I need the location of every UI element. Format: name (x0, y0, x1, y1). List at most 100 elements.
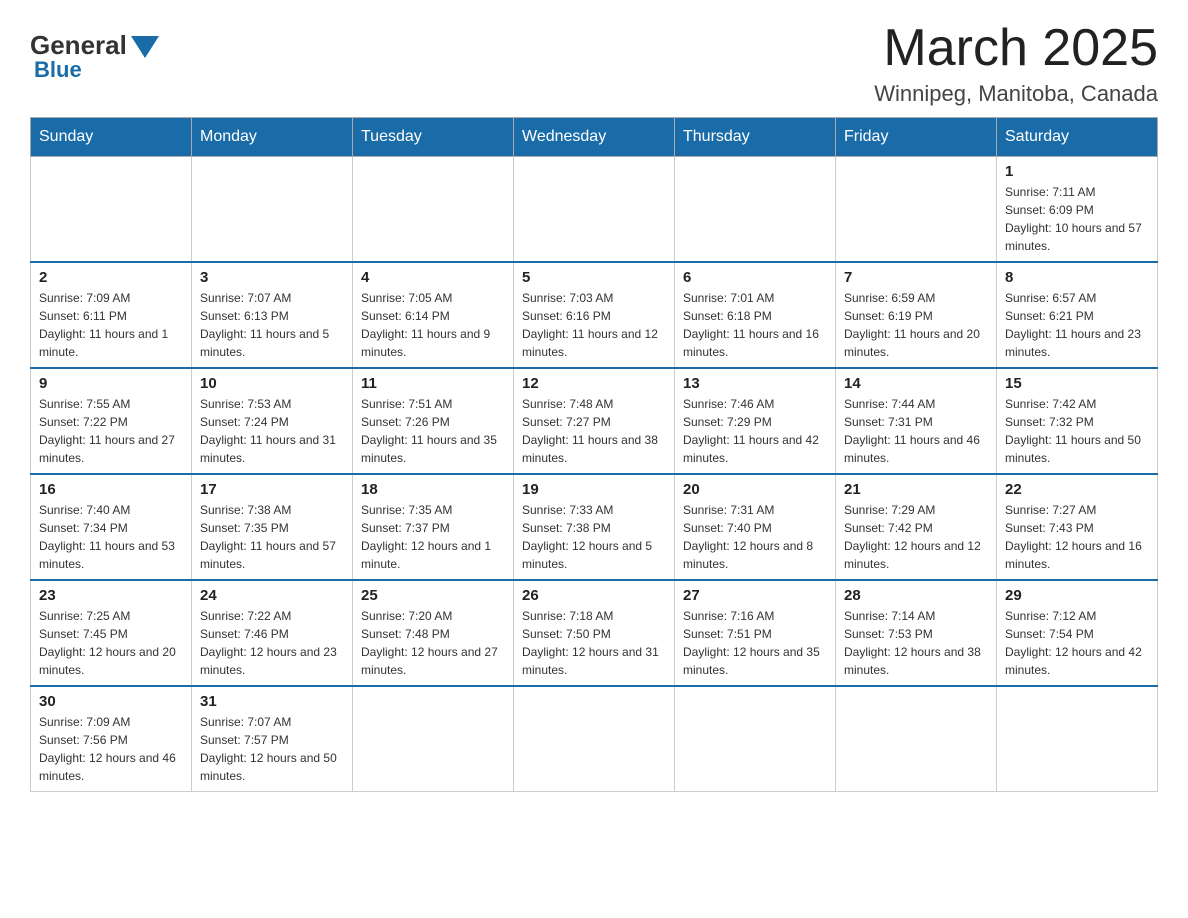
calendar-cell: 2Sunrise: 7:09 AMSunset: 6:11 PMDaylight… (31, 262, 192, 368)
calendar-table: SundayMondayTuesdayWednesdayThursdayFrid… (30, 117, 1158, 792)
day-number: 18 (361, 481, 505, 498)
weekday-header-thursday: Thursday (675, 118, 836, 157)
calendar-week-row: 16Sunrise: 7:40 AMSunset: 7:34 PMDayligh… (31, 474, 1158, 580)
day-number: 31 (200, 693, 344, 710)
calendar-cell: 31 Sunrise: 7:07 AMSunset: 7:57 PMDayligh… (192, 686, 353, 792)
calendar-cell: 17 Sunrise: 7:38 AMSunset: 7:35 PMDayligh… (192, 474, 353, 580)
weekday-header-monday: Monday (192, 118, 353, 157)
month-title: March 2025 (874, 20, 1158, 77)
day-number: 30 (39, 693, 183, 710)
day-info: Sunrise: 7:27 AMSunset: 7:43 PMDaylight:… (1005, 501, 1149, 573)
calendar-cell: 12Sunrise: 7:48 AMSunset: 7:27 PMDayligh… (514, 368, 675, 474)
calendar-cell: 26Sunrise: 7:18 AMSunset: 7:50 PMDayligh… (514, 580, 675, 686)
logo: General Blue (30, 30, 159, 83)
day-number: 29 (1005, 587, 1149, 604)
calendar-cell: 10 Sunrise: 7:53 AMSunset: 7:24 PMDayligh… (192, 368, 353, 474)
calendar-cell (514, 686, 675, 792)
day-info: Sunrise: 7:20 AMSunset: 7:48 PMDaylight:… (361, 607, 505, 679)
day-number: 25 (361, 587, 505, 604)
day-number: 10 (200, 375, 344, 392)
calendar-cell: 11 Sunrise: 7:51 AMSunset: 7:26 PMDayligh… (353, 368, 514, 474)
calendar-header-row: SundayMondayTuesdayWednesdayThursdayFrid… (31, 118, 1158, 157)
calendar-cell (675, 157, 836, 263)
calendar-cell: 23 Sunrise: 7:25 AMSunset: 7:45 PMDayligh… (31, 580, 192, 686)
day-info: Sunrise: 7:53 AMSunset: 7:24 PMDaylight:… (200, 395, 344, 467)
day-number: 20 (683, 481, 827, 498)
calendar-cell: 15Sunrise: 7:42 AMSunset: 7:32 PMDayligh… (997, 368, 1158, 474)
calendar-cell: 5Sunrise: 7:03 AMSunset: 6:16 PMDaylight… (514, 262, 675, 368)
day-info: Sunrise: 6:59 AMSunset: 6:19 PMDaylight:… (844, 289, 988, 361)
calendar-week-row: 23 Sunrise: 7:25 AMSunset: 7:45 PMDayligh… (31, 580, 1158, 686)
day-info: Sunrise: 7:25 AMSunset: 7:45 PMDaylight:… (39, 607, 183, 679)
day-number: 5 (522, 269, 666, 286)
day-number: 17 (200, 481, 344, 498)
calendar-cell: 19Sunrise: 7:33 AMSunset: 7:38 PMDayligh… (514, 474, 675, 580)
calendar-cell: 25 Sunrise: 7:20 AMSunset: 7:48 PMDayligh… (353, 580, 514, 686)
day-info: Sunrise: 7:14 AMSunset: 7:53 PMDaylight:… (844, 607, 988, 679)
day-number: 15 (1005, 375, 1149, 392)
calendar-cell: 29 Sunrise: 7:12 AMSunset: 7:54 PMDayligh… (997, 580, 1158, 686)
calendar-cell (514, 157, 675, 263)
day-number: 1 (1005, 163, 1149, 180)
day-number: 24 (200, 587, 344, 604)
day-info: Sunrise: 7:48 AMSunset: 7:27 PMDaylight:… (522, 395, 666, 467)
day-number: 27 (683, 587, 827, 604)
location-title: Winnipeg, Manitoba, Canada (874, 81, 1158, 107)
calendar-cell (353, 686, 514, 792)
weekday-header-wednesday: Wednesday (514, 118, 675, 157)
day-number: 23 (39, 587, 183, 604)
calendar-cell: 24 Sunrise: 7:22 AMSunset: 7:46 PMDayligh… (192, 580, 353, 686)
calendar-cell: 21Sunrise: 7:29 AMSunset: 7:42 PMDayligh… (836, 474, 997, 580)
day-info: Sunrise: 7:44 AMSunset: 7:31 PMDaylight:… (844, 395, 988, 467)
title-block: March 2025 Winnipeg, Manitoba, Canada (874, 20, 1158, 107)
day-number: 4 (361, 269, 505, 286)
calendar-cell: 14 Sunrise: 7:44 AMSunset: 7:31 PMDayligh… (836, 368, 997, 474)
day-number: 13 (683, 375, 827, 392)
calendar-cell: 20 Sunrise: 7:31 AMSunset: 7:40 PMDayligh… (675, 474, 836, 580)
weekday-header-saturday: Saturday (997, 118, 1158, 157)
page-header: General Blue March 2025 Winnipeg, Manito… (30, 20, 1158, 107)
day-number: 14 (844, 375, 988, 392)
day-info: Sunrise: 7:09 AMSunset: 7:56 PMDaylight:… (39, 713, 183, 785)
day-info: Sunrise: 7:51 AMSunset: 7:26 PMDaylight:… (361, 395, 505, 467)
day-info: Sunrise: 7:22 AMSunset: 7:46 PMDaylight:… (200, 607, 344, 679)
calendar-week-row: 9 Sunrise: 7:55 AMSunset: 7:22 PMDaylight… (31, 368, 1158, 474)
calendar-cell: 27Sunrise: 7:16 AMSunset: 7:51 PMDayligh… (675, 580, 836, 686)
day-number: 21 (844, 481, 988, 498)
day-info: Sunrise: 7:31 AMSunset: 7:40 PMDaylight:… (683, 501, 827, 573)
day-number: 22 (1005, 481, 1149, 498)
calendar-cell: 28 Sunrise: 7:14 AMSunset: 7:53 PMDayligh… (836, 580, 997, 686)
day-info: Sunrise: 6:57 AMSunset: 6:21 PMDaylight:… (1005, 289, 1149, 361)
day-number: 2 (39, 269, 183, 286)
calendar-cell: 8Sunrise: 6:57 AMSunset: 6:21 PMDaylight… (997, 262, 1158, 368)
calendar-cell (997, 686, 1158, 792)
calendar-cell (836, 157, 997, 263)
logo-triangle-icon (131, 36, 159, 58)
calendar-cell (353, 157, 514, 263)
day-number: 6 (683, 269, 827, 286)
day-info: Sunrise: 7:07 AMSunset: 7:57 PMDaylight:… (200, 713, 344, 785)
day-number: 9 (39, 375, 183, 392)
day-info: Sunrise: 7:05 AMSunset: 6:14 PMDaylight:… (361, 289, 505, 361)
day-info: Sunrise: 7:46 AMSunset: 7:29 PMDaylight:… (683, 395, 827, 467)
day-info: Sunrise: 7:07 AMSunset: 6:13 PMDaylight:… (200, 289, 344, 361)
calendar-cell: 16Sunrise: 7:40 AMSunset: 7:34 PMDayligh… (31, 474, 192, 580)
day-info: Sunrise: 7:38 AMSunset: 7:35 PMDaylight:… (200, 501, 344, 573)
calendar-cell: 9 Sunrise: 7:55 AMSunset: 7:22 PMDaylight… (31, 368, 192, 474)
calendar-cell: 3Sunrise: 7:07 AMSunset: 6:13 PMDaylight… (192, 262, 353, 368)
day-info: Sunrise: 7:35 AMSunset: 7:37 PMDaylight:… (361, 501, 505, 573)
calendar-cell (31, 157, 192, 263)
calendar-cell: 13 Sunrise: 7:46 AMSunset: 7:29 PMDayligh… (675, 368, 836, 474)
day-number: 28 (844, 587, 988, 604)
day-info: Sunrise: 7:12 AMSunset: 7:54 PMDaylight:… (1005, 607, 1149, 679)
calendar-cell: 4 Sunrise: 7:05 AMSunset: 6:14 PMDaylight… (353, 262, 514, 368)
calendar-week-row: 1Sunrise: 7:11 AMSunset: 6:09 PMDaylight… (31, 157, 1158, 263)
calendar-cell (192, 157, 353, 263)
day-number: 11 (361, 375, 505, 392)
weekday-header-friday: Friday (836, 118, 997, 157)
day-number: 16 (39, 481, 183, 498)
day-info: Sunrise: 7:55 AMSunset: 7:22 PMDaylight:… (39, 395, 183, 467)
calendar-cell (836, 686, 997, 792)
day-info: Sunrise: 7:33 AMSunset: 7:38 PMDaylight:… (522, 501, 666, 573)
calendar-cell: 22 Sunrise: 7:27 AMSunset: 7:43 PMDayligh… (997, 474, 1158, 580)
